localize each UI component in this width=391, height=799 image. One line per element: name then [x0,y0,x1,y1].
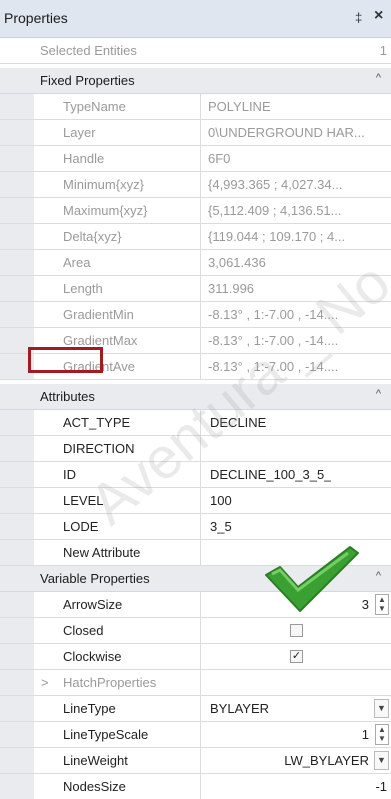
fixed-row-maximum[interactable]: Maximum{xyz} {5,112.409 ; 4,136.51... [0,198,391,224]
fixed-row-label: Length [63,281,103,296]
fixed-row-value: -8.13° , 1:-7.00 , -14.... [208,359,339,374]
spin-stepper-icon[interactable]: ▲ ▼ [375,724,389,745]
linetype-label: LineType [63,701,116,716]
attr-row-direction[interactable]: DIRECTION [0,436,391,462]
dropdown-arrow-icon[interactable]: ▼ [374,699,389,718]
fixed-row-label: GradientMin [63,307,134,322]
fixed-row-label: Maximum{xyz} [63,203,148,218]
dropdown-arrow-icon[interactable]: ▼ [374,751,389,770]
category-fixed-label: Fixed Properties [40,73,135,88]
attr-row-value[interactable]: 3_5 [210,519,232,534]
var-row-hatchproperties[interactable]: > HatchProperties [0,670,391,696]
nodessize-value[interactable]: -1 [375,779,387,794]
attr-row-lode[interactable]: LODE 3_5 [0,514,391,540]
fixed-properties-list: TypeName POLYLINE Layer 0\UNDERGROUND HA… [0,94,391,380]
close-icon[interactable]: × [374,7,383,25]
expand-icon[interactable]: > [41,675,49,690]
attr-row-label: ID [63,467,76,482]
attr-row-value[interactable]: 100 [210,493,232,508]
attr-row-label: LODE [63,519,99,534]
attr-row-label: ACT_TYPE [63,415,131,430]
attr-row-value[interactable]: DECLINE [210,415,266,430]
var-row-clockwise[interactable]: Clockwise ✓ [0,644,391,670]
category-attributes-label: Attributes [40,389,95,404]
fixed-row-layer[interactable]: Layer 0\UNDERGROUND HAR... [0,120,391,146]
spin-stepper-icon[interactable]: ▲ ▼ [375,594,389,615]
closed-label: Closed [63,623,104,638]
lineweight-value[interactable]: LW_BYLAYER [284,753,369,768]
properties-titlebar: Properties ‡ × [0,0,391,38]
green-checkmark-icon [265,546,359,612]
lineweight-label: LineWeight [63,753,128,768]
var-row-nodessize[interactable]: NodesSize -1 [0,774,391,799]
clockwise-checkbox[interactable]: ✓ [290,650,303,663]
linetypescale-label: LineTypeScale [63,727,149,742]
variable-properties-list: ArrowSize 3 ▲ ▼ Closed Clockwise ✓ > Hatc… [0,592,391,799]
var-row-linetypescale[interactable]: LineTypeScale 1 ▲ ▼ [0,722,391,748]
attr-row-label: DIRECTION [63,441,135,456]
fixed-row-value: {5,112.409 ; 4,136.51... [208,203,342,218]
fixed-row-value: -8.13° , 1:-7.00 , -14.... [208,307,339,322]
attr-row-label: New Attribute [63,545,141,560]
category-fixed-properties[interactable]: Fixed Properties ^ [0,68,391,94]
fixed-row-label: GradientMax [63,333,138,348]
fixed-row-area[interactable]: Area 3,061.436 [0,250,391,276]
chevron-up-icon[interactable]: ^ [376,388,381,400]
attr-row-level[interactable]: LEVEL 100 [0,488,391,514]
fixed-row-value: {4,993.365 ; 4,027.34... [208,177,343,192]
fixed-row-label: Layer [63,125,96,140]
fixed-row-label: Delta{xyz} [63,229,122,244]
clockwise-label: Clockwise [63,649,122,664]
arrowsize-label: ArrowSize [63,597,123,612]
chevron-up-icon[interactable]: ^ [376,570,381,582]
attributes-highlight-box [28,347,103,373]
fixed-row-value: -8.13° , 1:-7.00 , -14.... [208,333,339,348]
fixed-row-label: TypeName [63,99,126,114]
selected-entities-row: Selected Entities 1 [0,38,391,64]
arrowsize-value[interactable]: 3 [362,597,369,612]
attr-row-act-type[interactable]: ACT_TYPE DECLINE [0,410,391,436]
attr-row-id[interactable]: ID DECLINE_100_3_5_ [0,462,391,488]
var-row-closed[interactable]: Closed [0,618,391,644]
hatchproperties-label: HatchProperties [63,675,157,690]
fixed-row-handle[interactable]: Handle 6F0 [0,146,391,172]
attr-row-label: LEVEL [63,493,104,508]
chevron-up-icon[interactable]: ^ [376,72,381,84]
property-grid: Selected Entities 1 Fixed Properties ^ T… [0,38,391,799]
var-row-lineweight[interactable]: LineWeight LW_BYLAYER ▼ [0,748,391,774]
fixed-row-delta[interactable]: Delta{xyz} {119.044 ; 109.170 ; 4... [0,224,391,250]
fixed-row-typename[interactable]: TypeName POLYLINE [0,94,391,120]
fixed-row-label: Area [63,255,91,270]
category-variable-label: Variable Properties [40,571,150,586]
fixed-row-value: {119.044 ; 109.170 ; 4... [208,229,346,244]
var-row-linetype[interactable]: LineType BYLAYER ▼ [0,696,391,722]
linetypescale-value[interactable]: 1 [362,727,369,742]
fixed-row-minimum[interactable]: Minimum{xyz} {4,993.365 ; 4,027.34... [0,172,391,198]
nodessize-label: NodesSize [63,779,126,794]
linetype-value[interactable]: BYLAYER [210,701,269,716]
category-attributes[interactable]: Attributes ^ [0,384,391,410]
fixed-row-value: POLYLINE [208,99,271,114]
closed-checkbox[interactable] [290,624,303,637]
fixed-row-gradientmin[interactable]: GradientMin -8.13° , 1:-7.00 , -14.... [0,302,391,328]
fixed-row-label: Minimum{xyz} [63,177,144,192]
panel-title: Properties [4,10,68,26]
attributes-list: ACT_TYPE DECLINE DIRECTION ID DECLINE_10… [0,410,391,566]
pin-icon[interactable]: ‡ [355,10,362,25]
fixed-row-value: 6F0 [208,151,231,166]
fixed-row-value: 3,061.436 [208,255,266,270]
fixed-row-label: Handle [63,151,105,166]
fixed-row-value: 311.996 [208,281,255,296]
fixed-row-value: 0\UNDERGROUND HAR... [208,125,365,140]
fixed-row-length[interactable]: Length 311.996 [0,276,391,302]
selected-entities-value: 1 [379,43,387,58]
selected-entities-label: Selected Entities [40,43,137,58]
attr-row-value[interactable]: DECLINE_100_3_5_ [210,467,331,482]
